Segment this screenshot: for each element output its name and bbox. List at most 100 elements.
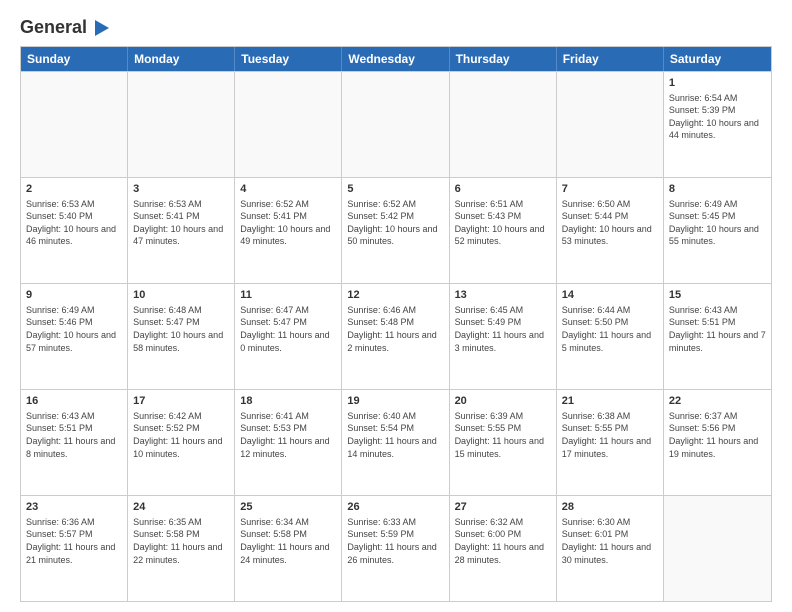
calendar-cell xyxy=(21,72,128,177)
calendar-cell: 28Sunrise: 6:30 AM Sunset: 6:01 PM Dayli… xyxy=(557,496,664,601)
weekday-header-monday: Monday xyxy=(128,47,235,71)
day-number: 18 xyxy=(240,394,336,409)
day-info: Sunrise: 6:41 AM Sunset: 5:53 PM Dayligh… xyxy=(240,410,336,460)
day-info: Sunrise: 6:44 AM Sunset: 5:50 PM Dayligh… xyxy=(562,304,658,354)
weekday-header-friday: Friday xyxy=(557,47,664,71)
day-number: 28 xyxy=(562,500,658,515)
day-info: Sunrise: 6:37 AM Sunset: 5:56 PM Dayligh… xyxy=(669,410,766,460)
day-info: Sunrise: 6:38 AM Sunset: 5:55 PM Dayligh… xyxy=(562,410,658,460)
day-number: 2 xyxy=(26,182,122,197)
calendar: SundayMondayTuesdayWednesdayThursdayFrid… xyxy=(20,46,772,602)
weekday-header-tuesday: Tuesday xyxy=(235,47,342,71)
day-info: Sunrise: 6:43 AM Sunset: 5:51 PM Dayligh… xyxy=(669,304,766,354)
day-number: 25 xyxy=(240,500,336,515)
weekday-header-sunday: Sunday xyxy=(21,47,128,71)
calendar-cell: 11Sunrise: 6:47 AM Sunset: 5:47 PM Dayli… xyxy=(235,284,342,389)
calendar-cell: 14Sunrise: 6:44 AM Sunset: 5:50 PM Dayli… xyxy=(557,284,664,389)
calendar-cell: 17Sunrise: 6:42 AM Sunset: 5:52 PM Dayli… xyxy=(128,390,235,495)
logo-triangle-icon xyxy=(95,20,109,36)
day-number: 14 xyxy=(562,288,658,303)
weekday-header-wednesday: Wednesday xyxy=(342,47,449,71)
day-info: Sunrise: 6:50 AM Sunset: 5:44 PM Dayligh… xyxy=(562,198,658,248)
day-info: Sunrise: 6:54 AM Sunset: 5:39 PM Dayligh… xyxy=(669,92,766,142)
calendar-row-1: 1Sunrise: 6:54 AM Sunset: 5:39 PM Daylig… xyxy=(21,71,771,177)
weekday-header-thursday: Thursday xyxy=(450,47,557,71)
calendar-cell: 19Sunrise: 6:40 AM Sunset: 5:54 PM Dayli… xyxy=(342,390,449,495)
calendar-cell: 6Sunrise: 6:51 AM Sunset: 5:43 PM Daylig… xyxy=(450,178,557,283)
calendar-cell: 9Sunrise: 6:49 AM Sunset: 5:46 PM Daylig… xyxy=(21,284,128,389)
day-number: 3 xyxy=(133,182,229,197)
day-info: Sunrise: 6:40 AM Sunset: 5:54 PM Dayligh… xyxy=(347,410,443,460)
calendar-cell: 26Sunrise: 6:33 AM Sunset: 5:59 PM Dayli… xyxy=(342,496,449,601)
day-info: Sunrise: 6:32 AM Sunset: 6:00 PM Dayligh… xyxy=(455,516,551,566)
calendar-row-3: 9Sunrise: 6:49 AM Sunset: 5:46 PM Daylig… xyxy=(21,283,771,389)
calendar-cell: 10Sunrise: 6:48 AM Sunset: 5:47 PM Dayli… xyxy=(128,284,235,389)
day-number: 13 xyxy=(455,288,551,303)
calendar-cell: 20Sunrise: 6:39 AM Sunset: 5:55 PM Dayli… xyxy=(450,390,557,495)
day-info: Sunrise: 6:45 AM Sunset: 5:49 PM Dayligh… xyxy=(455,304,551,354)
day-info: Sunrise: 6:42 AM Sunset: 5:52 PM Dayligh… xyxy=(133,410,229,460)
day-number: 16 xyxy=(26,394,122,409)
day-info: Sunrise: 6:52 AM Sunset: 5:42 PM Dayligh… xyxy=(347,198,443,248)
calendar-cell: 8Sunrise: 6:49 AM Sunset: 5:45 PM Daylig… xyxy=(664,178,771,283)
day-number: 23 xyxy=(26,500,122,515)
calendar-cell: 25Sunrise: 6:34 AM Sunset: 5:58 PM Dayli… xyxy=(235,496,342,601)
calendar-cell: 7Sunrise: 6:50 AM Sunset: 5:44 PM Daylig… xyxy=(557,178,664,283)
day-number: 26 xyxy=(347,500,443,515)
calendar-cell: 23Sunrise: 6:36 AM Sunset: 5:57 PM Dayli… xyxy=(21,496,128,601)
day-number: 15 xyxy=(669,288,766,303)
day-number: 8 xyxy=(669,182,766,197)
calendar-cell: 21Sunrise: 6:38 AM Sunset: 5:55 PM Dayli… xyxy=(557,390,664,495)
calendar-cell xyxy=(557,72,664,177)
day-info: Sunrise: 6:43 AM Sunset: 5:51 PM Dayligh… xyxy=(26,410,122,460)
day-info: Sunrise: 6:51 AM Sunset: 5:43 PM Dayligh… xyxy=(455,198,551,248)
day-number: 27 xyxy=(455,500,551,515)
day-info: Sunrise: 6:33 AM Sunset: 5:59 PM Dayligh… xyxy=(347,516,443,566)
calendar-row-2: 2Sunrise: 6:53 AM Sunset: 5:40 PM Daylig… xyxy=(21,177,771,283)
calendar-cell: 22Sunrise: 6:37 AM Sunset: 5:56 PM Dayli… xyxy=(664,390,771,495)
day-number: 4 xyxy=(240,182,336,197)
day-info: Sunrise: 6:52 AM Sunset: 5:41 PM Dayligh… xyxy=(240,198,336,248)
day-number: 7 xyxy=(562,182,658,197)
calendar-cell xyxy=(664,496,771,601)
day-number: 19 xyxy=(347,394,443,409)
calendar-row-5: 23Sunrise: 6:36 AM Sunset: 5:57 PM Dayli… xyxy=(21,495,771,601)
day-number: 10 xyxy=(133,288,229,303)
day-info: Sunrise: 6:53 AM Sunset: 5:40 PM Dayligh… xyxy=(26,198,122,248)
day-number: 12 xyxy=(347,288,443,303)
calendar-cell xyxy=(450,72,557,177)
weekday-header-saturday: Saturday xyxy=(664,47,771,71)
calendar-cell: 3Sunrise: 6:53 AM Sunset: 5:41 PM Daylig… xyxy=(128,178,235,283)
header: General xyxy=(20,18,772,36)
calendar-cell xyxy=(342,72,449,177)
day-info: Sunrise: 6:30 AM Sunset: 6:01 PM Dayligh… xyxy=(562,516,658,566)
calendar-cell: 4Sunrise: 6:52 AM Sunset: 5:41 PM Daylig… xyxy=(235,178,342,283)
calendar-cell: 12Sunrise: 6:46 AM Sunset: 5:48 PM Dayli… xyxy=(342,284,449,389)
calendar-cell: 5Sunrise: 6:52 AM Sunset: 5:42 PM Daylig… xyxy=(342,178,449,283)
day-number: 5 xyxy=(347,182,443,197)
calendar-cell: 1Sunrise: 6:54 AM Sunset: 5:39 PM Daylig… xyxy=(664,72,771,177)
logo: General xyxy=(20,18,109,36)
logo-text: General xyxy=(20,18,109,38)
day-info: Sunrise: 6:47 AM Sunset: 5:47 PM Dayligh… xyxy=(240,304,336,354)
day-number: 20 xyxy=(455,394,551,409)
day-info: Sunrise: 6:35 AM Sunset: 5:58 PM Dayligh… xyxy=(133,516,229,566)
calendar-cell: 16Sunrise: 6:43 AM Sunset: 5:51 PM Dayli… xyxy=(21,390,128,495)
calendar-cell: 13Sunrise: 6:45 AM Sunset: 5:49 PM Dayli… xyxy=(450,284,557,389)
day-info: Sunrise: 6:49 AM Sunset: 5:45 PM Dayligh… xyxy=(669,198,766,248)
calendar-cell: 27Sunrise: 6:32 AM Sunset: 6:00 PM Dayli… xyxy=(450,496,557,601)
page: General SundayMondayTuesdayWednesdayThur… xyxy=(0,0,792,612)
day-number: 17 xyxy=(133,394,229,409)
calendar-cell: 15Sunrise: 6:43 AM Sunset: 5:51 PM Dayli… xyxy=(664,284,771,389)
day-number: 11 xyxy=(240,288,336,303)
day-number: 24 xyxy=(133,500,229,515)
calendar-body: 1Sunrise: 6:54 AM Sunset: 5:39 PM Daylig… xyxy=(21,71,771,601)
calendar-header: SundayMondayTuesdayWednesdayThursdayFrid… xyxy=(21,47,771,71)
day-number: 21 xyxy=(562,394,658,409)
calendar-cell xyxy=(128,72,235,177)
day-number: 1 xyxy=(669,76,766,91)
calendar-cell: 24Sunrise: 6:35 AM Sunset: 5:58 PM Dayli… xyxy=(128,496,235,601)
calendar-cell: 18Sunrise: 6:41 AM Sunset: 5:53 PM Dayli… xyxy=(235,390,342,495)
day-number: 22 xyxy=(669,394,766,409)
day-number: 6 xyxy=(455,182,551,197)
